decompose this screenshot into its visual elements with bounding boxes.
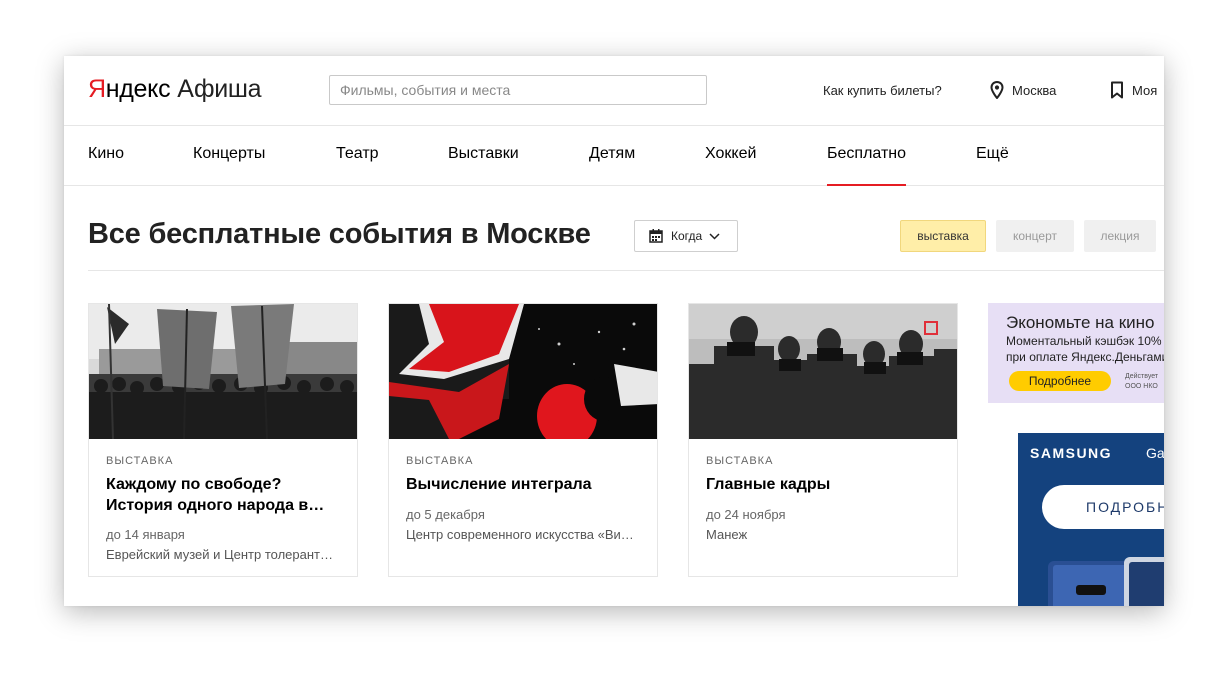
event-date: до 24 ноября [706,507,786,522]
event-date: до 14 января [106,527,185,542]
event-card[interactable]: ВЫСТАВКА Каждому по свободе? История одн… [88,303,358,577]
event-image [389,304,657,439]
logo-afisha-text: Афиша [177,75,262,103]
section-divider [88,270,1164,271]
bookmark-icon [1111,81,1123,99]
event-category: ВЫСТАВКА [406,455,474,467]
filter-exhibition[interactable]: выставка [900,220,986,252]
event-title[interactable]: Каждому по свободе? История одного народ… [106,474,346,516]
my-afisha-label: Моя [1132,82,1158,98]
browser-page: ЯндексАфиша Как купить билеты? Москва Мо… [64,56,1164,606]
ad-text-line: при оплате Яндекс.Деньгами [1006,350,1164,364]
site-header: ЯндексАфиша Как купить билеты? Москва Мо… [64,56,1164,126]
event-image [689,304,957,439]
page-title: Все бесплатные события в Москве [88,218,591,250]
nav-item-concerts[interactable]: Концерты [193,145,265,163]
nav-item-theatre[interactable]: Театр [336,145,379,163]
event-date: до 5 декабря [406,507,485,522]
event-category: ВЫСТАВКА [106,455,174,467]
event-place[interactable]: Манеж [706,527,946,542]
event-image [89,304,357,439]
calendar-icon [649,229,663,243]
ad-text-line: Моментальный кэшбэк 10% [1006,334,1162,348]
ad-more-button[interactable]: Подробнее [1009,371,1111,391]
how-to-buy-link[interactable]: Как купить билеты? [823,83,942,98]
logo-ya-letter: Я [88,75,106,103]
nav-item-kids[interactable]: Детям [589,145,635,163]
nav-item-hockey[interactable]: Хоккей [705,145,756,163]
filter-concert[interactable]: концерт [996,220,1074,252]
ad-details-button[interactable]: ПОДРОБНЕЕ [1042,485,1164,529]
logo-yandex-text: ндекс [105,75,171,103]
samsung-ad-banner[interactable]: SAMSUNG Ga ПОДРОБНЕЕ [1018,433,1164,606]
when-date-picker[interactable]: Когда [634,220,738,252]
ad-disclaimer: ООО НКО [1125,383,1158,390]
event-card[interactable]: ВЫСТАВКА Вычисление интеграла до 5 декаб… [388,303,658,577]
search-input[interactable] [329,75,707,105]
nav-item-kino[interactable]: Кино [88,145,124,163]
nav-item-exhibitions[interactable]: Выставки [448,145,519,163]
when-label: Когда [671,229,703,243]
samsung-logo: SAMSUNG [1030,445,1113,461]
cashback-ad-banner[interactable]: Экономьте на кино Моментальный кэшбэк 10… [988,303,1164,403]
phone-image [1048,557,1164,606]
chevron-down-icon [709,232,720,240]
ad-headline: Экономьте на кино [1006,313,1155,332]
yandex-afisha-logo[interactable]: Яндекс Афиша [88,75,262,104]
city-label: Москва [1012,82,1057,98]
ad-disclaimer: Действует [1125,373,1159,380]
event-category: ВЫСТАВКА [706,455,774,467]
city-selector[interactable]: Москва [990,80,1056,100]
event-title[interactable]: Вычисление интеграла [406,474,646,495]
event-place[interactable]: Еврейский музей и Центр толерант… [106,547,346,562]
event-place[interactable]: Центр современного искусства «Ви… [406,527,646,542]
nav-item-free[interactable]: Бесплатно [827,145,907,186]
location-pin-icon [990,81,1004,99]
ad-brand-suffix: Ga [1146,445,1164,461]
main-nav: Кино Концерты Театр Выставки Детям Хокке… [64,126,1164,186]
event-card[interactable]: ВЫСТАВКА Главные кадры до 24 ноября Мане… [688,303,958,577]
my-afisha-link[interactable]: Моя [1110,80,1157,100]
nav-item-more[interactable]: Ещё [976,145,1009,163]
filter-lecture[interactable]: лекция [1084,220,1156,252]
event-title[interactable]: Главные кадры [706,474,946,495]
